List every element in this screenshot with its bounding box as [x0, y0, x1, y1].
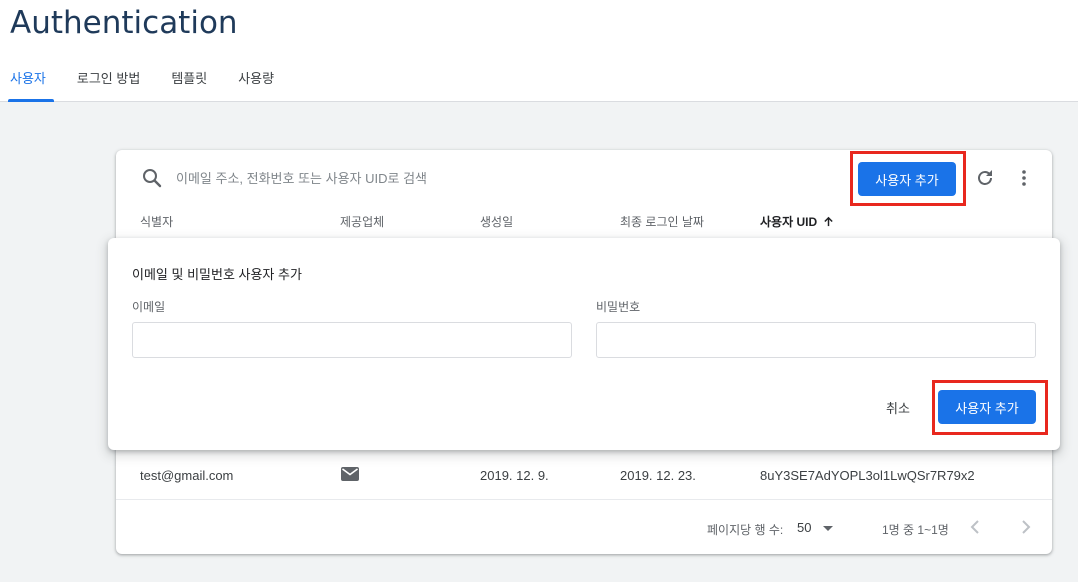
column-header-created[interactable]: 생성일 [480, 213, 513, 230]
table-header: 식별자 제공업체 생성일 최종 로그인 날짜 사용자 UID [116, 206, 1052, 236]
header: Authentication 사용자 로그인 방법 템플릿 사용량 [0, 0, 1078, 102]
refresh-icon[interactable] [973, 166, 997, 190]
cell-last-login: 2019. 12. 23. [620, 468, 696, 483]
rows-per-page-value: 50 [797, 520, 812, 535]
cell-uid: 8uY3SE7AdYOPL3ol1LwQSr7R79x2 [760, 468, 975, 483]
mail-icon [340, 466, 360, 482]
column-header-last-login[interactable]: 최종 로그인 날짜 [620, 213, 704, 230]
tab-usage[interactable]: 사용량 [228, 68, 284, 102]
pagination: 페이지당 행 수: 50 1명 중 1~1명 [116, 500, 1052, 554]
tab-users[interactable]: 사용자 [0, 68, 56, 102]
chevron-left-icon[interactable] [965, 517, 985, 537]
column-header-provider[interactable]: 제공업체 [340, 213, 384, 230]
password-label: 비밀번호 [596, 300, 641, 314]
rows-per-page-label: 페이지당 행 수: [707, 523, 784, 537]
cancel-button[interactable]: 취소 [878, 390, 918, 424]
pagination-range: 1명 중 1~1명 [882, 523, 949, 537]
password-field[interactable] [596, 322, 1036, 358]
email-label: 이메일 [132, 300, 166, 314]
tab-sign-in-method[interactable]: 로그인 방법 [67, 68, 150, 102]
column-header-uid-label: 사용자 UID [760, 215, 818, 229]
tab-bar: 사용자 로그인 방법 템플릿 사용량 [0, 68, 295, 102]
tab-templates[interactable]: 템플릿 [161, 68, 217, 102]
dialog-add-user-button[interactable]: 사용자 추가 [938, 390, 1036, 424]
cell-created: 2019. 12. 9. [480, 468, 549, 483]
column-header-uid[interactable]: 사용자 UID [760, 213, 834, 230]
dialog-title: 이메일 및 비밀번호 사용자 추가 [132, 267, 302, 282]
rows-per-page-select[interactable]: 50 [797, 520, 834, 535]
dropdown-caret-icon [823, 526, 834, 532]
search-toolbar: 사용자 추가 [116, 150, 1052, 206]
more-options-icon[interactable] [1012, 166, 1036, 190]
search-icon [140, 166, 164, 190]
add-user-button[interactable]: 사용자 추가 [858, 162, 956, 196]
page-title: Authentication [10, 5, 238, 41]
table-row[interactable]: test@gmail.com 2019. 12. 9. 2019. 12. 23… [116, 452, 1052, 500]
column-header-identifier[interactable]: 식별자 [140, 213, 173, 230]
email-field[interactable] [132, 322, 572, 358]
cell-identifier: test@gmail.com [140, 468, 234, 483]
search-input[interactable] [176, 166, 736, 190]
add-user-dialog: 이메일 및 비밀번호 사용자 추가 이메일 비밀번호 취소 사용자 추가 [108, 238, 1060, 450]
chevron-right-icon[interactable] [1016, 517, 1036, 537]
arrow-up-icon [823, 215, 834, 229]
